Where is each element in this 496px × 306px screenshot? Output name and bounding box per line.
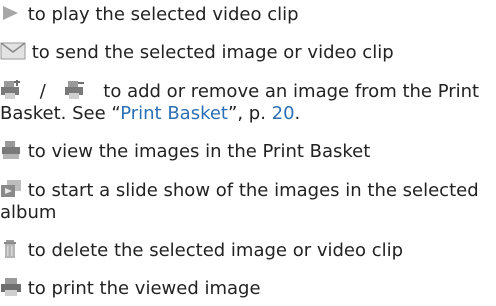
item-print: to print the viewed image <box>0 278 261 300</box>
item-text: to start a slide show of the images in t… <box>27 180 479 201</box>
item-slideshow-line2: album <box>0 202 56 224</box>
item-view-print-basket: to view the images in the Print Basket <box>0 141 370 163</box>
item-text: ”, p. <box>228 103 272 124</box>
print-basket-icon <box>2 141 20 159</box>
item-text: to delete the selected image or video cl… <box>27 240 404 261</box>
play-icon <box>3 6 18 20</box>
slash-separator: / <box>39 81 46 102</box>
item-text: to play the selected video clip <box>27 4 299 25</box>
item-text: to add or remove an image from the Print <box>103 81 480 102</box>
trash-icon <box>4 240 16 258</box>
item-delete: to delete the selected image or video cl… <box>0 240 403 262</box>
item-text: album <box>0 202 57 223</box>
add-to-print-basket-icon <box>1 80 20 99</box>
item-text: to view the images in the Print Basket <box>27 141 371 162</box>
item-text: to print the viewed image <box>27 278 261 299</box>
item-print-basket-toggle: / to add or remove an image from the Pri… <box>0 80 480 103</box>
printer-icon <box>1 278 21 296</box>
envelope-icon <box>0 42 26 60</box>
slideshow-icon <box>1 180 21 197</box>
item-send: to send the selected image or video clip <box>0 42 394 64</box>
remove-from-print-basket-icon <box>64 81 84 99</box>
item-play: to play the selected video clip <box>0 4 299 26</box>
item-text: Basket. See “ <box>0 103 121 124</box>
page-number-link[interactable]: 20 <box>272 103 295 124</box>
item-slideshow: to start a slide show of the images in t… <box>0 180 479 202</box>
print-basket-link[interactable]: Print Basket <box>120 103 228 124</box>
item-text: . <box>294 103 301 124</box>
item-text: to send the selected image or video clip <box>31 42 394 63</box>
item-print-basket-toggle-line2: Basket. See “Print Basket”, p. 20. <box>0 103 300 125</box>
